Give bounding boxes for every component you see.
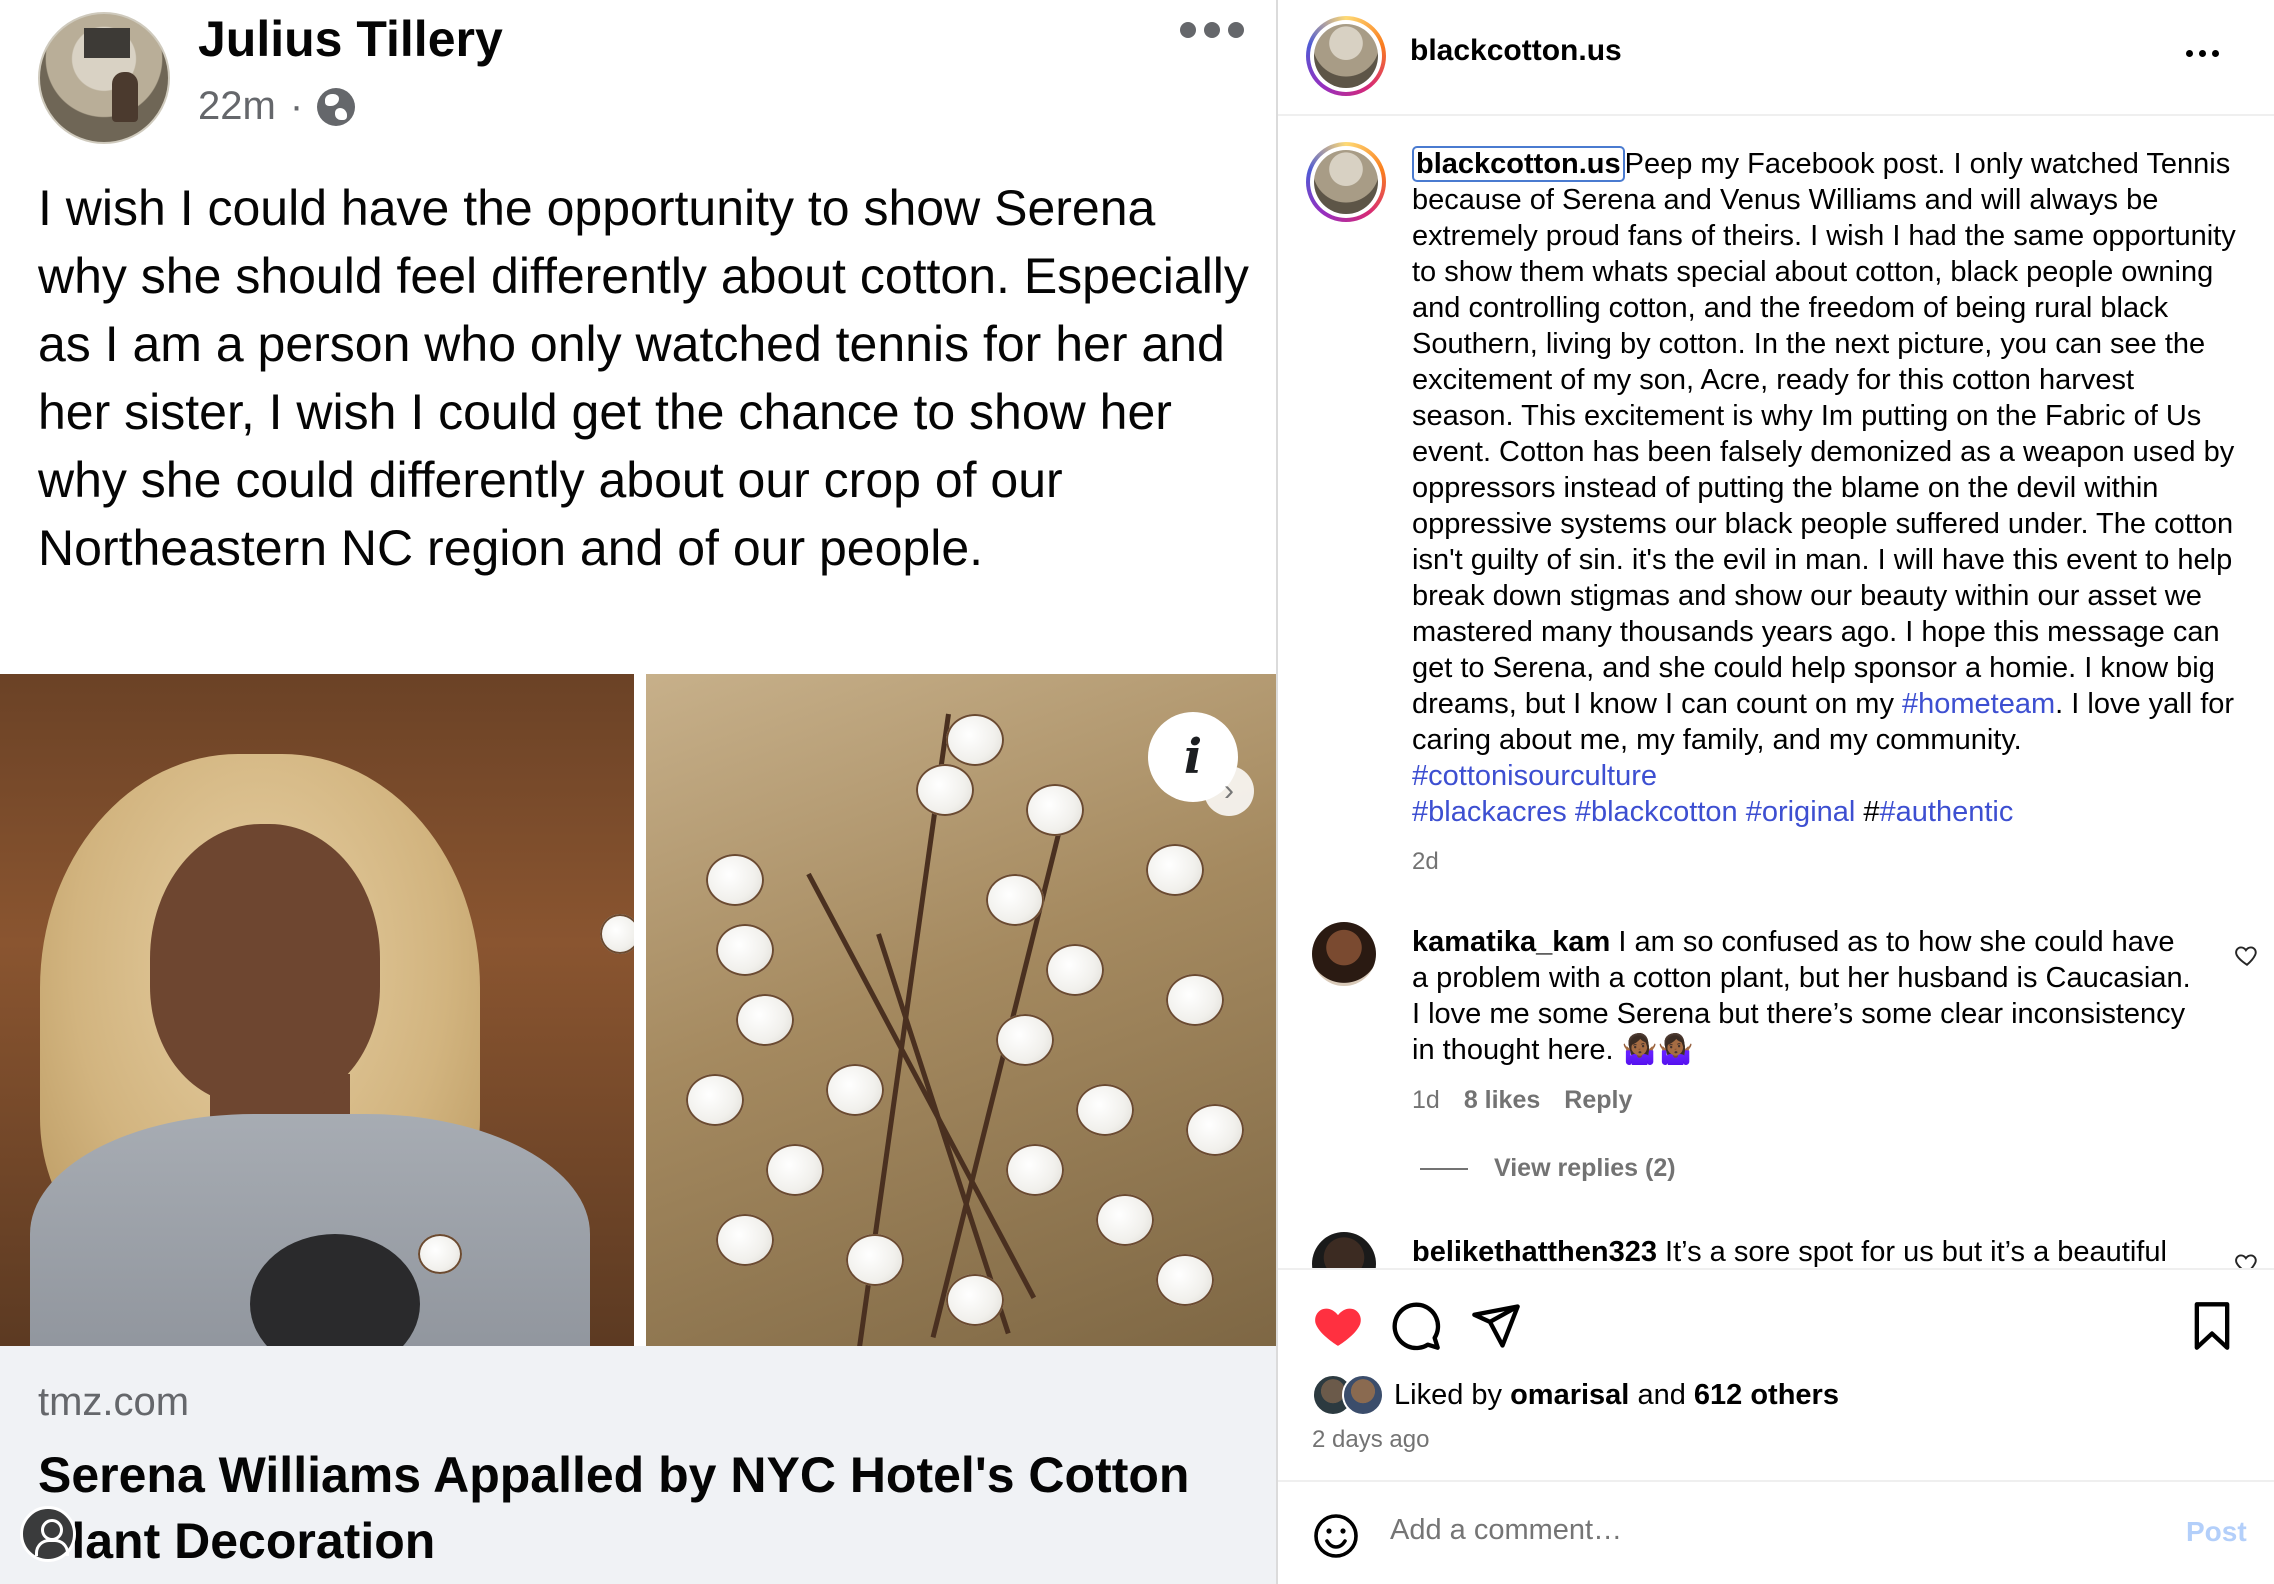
liked-by-prefix: Liked by: [1394, 1378, 1503, 1411]
post-date: 2 days ago: [1312, 1426, 1430, 1453]
like-heart-icon[interactable]: [1312, 1300, 1364, 1352]
hashtag-blackacres[interactable]: #blackacres: [1412, 796, 1567, 828]
post-actions: Liked by omarisal and 612 others 2 days …: [1278, 1268, 2274, 1584]
share-send-icon[interactable]: [1470, 1300, 1522, 1352]
link-preview[interactable]: tmz.com Serena Williams Appalled by NYC …: [0, 1346, 1276, 1584]
liked-by-user[interactable]: omarisal: [1510, 1379, 1629, 1412]
separator: ·: [289, 84, 304, 128]
comment-bubble-icon[interactable]: [1390, 1300, 1442, 1352]
user-profile-icon[interactable]: [20, 1506, 76, 1562]
comment-input[interactable]: [1390, 1514, 2090, 1547]
post-header: blackcotton.us: [1278, 0, 2274, 116]
comment-username[interactable]: belikethatthen323: [1412, 1236, 1657, 1268]
comment: belikethatthen323 It’s a sore spot for u…: [1412, 1234, 2192, 1268]
like-comment-heart-icon[interactable]: [2234, 942, 2260, 968]
add-comment-bar: Post: [1278, 1480, 2274, 1584]
author-name[interactable]: Julius Tillery: [198, 10, 503, 68]
post-text: I wish I could have the opportunity to s…: [38, 180, 1249, 576]
globe-icon: [317, 87, 356, 126]
hashtag-authentic[interactable]: #authentic: [1880, 796, 2014, 828]
header-avatar[interactable]: [1306, 16, 1386, 96]
liked-by: Liked by omarisal and 612 others: [1312, 1374, 1839, 1416]
reply-button[interactable]: Reply: [1564, 1086, 1632, 1115]
caption-text: Peep my Facebook post. I only watched Te…: [1412, 148, 2236, 720]
instagram-post-panel: blackcotton.us blackcotton.us Peep my Fac…: [1276, 0, 2274, 1584]
hashtag-hometeam[interactable]: #hometeam: [1902, 688, 2055, 720]
caption-avatar[interactable]: [1306, 142, 1386, 222]
facebook-post-screenshot: Julius Tillery 22m · I wish I could have…: [0, 0, 1276, 1584]
view-replies-label: View replies (2): [1494, 1154, 1676, 1182]
post-photo-serena[interactable]: [0, 674, 634, 1346]
hashtag-cottonisourculture[interactable]: #cottonisourculture: [1412, 760, 1657, 792]
comment: kamatika_kam I am so confused as to how …: [1412, 924, 2192, 1068]
liked-by-others[interactable]: 612 others: [1694, 1379, 1839, 1412]
post-time: 22m ·: [198, 84, 356, 129]
liker-avatars[interactable]: [1312, 1374, 1388, 1416]
next-photo-chevron-icon[interactable]: ›: [1204, 766, 1254, 816]
comment-username[interactable]: kamatika_kam: [1412, 926, 1610, 958]
emoji-smiley-icon[interactable]: [1312, 1512, 1360, 1560]
liked-by-and: and: [1637, 1378, 1686, 1411]
save-bookmark-icon[interactable]: [2186, 1300, 2238, 1352]
hashtag-original[interactable]: #original: [1746, 796, 1856, 828]
comment-likes[interactable]: 8 likes: [1464, 1086, 1540, 1115]
view-replies-button[interactable]: View replies (2): [1420, 1154, 1676, 1183]
comment-age: 1d: [1412, 1086, 1440, 1114]
author-avatar[interactable]: [38, 12, 170, 144]
caption-age: 2d: [1412, 848, 1439, 875]
post-age[interactable]: 22m: [198, 84, 276, 129]
caption-username[interactable]: blackcotton.us: [1412, 146, 1625, 182]
hashtag-blackcotton[interactable]: #blackcotton: [1575, 796, 1738, 828]
link-headline[interactable]: Serena Williams Appalled by NYC Hotel's …: [38, 1442, 1258, 1574]
more-options-icon[interactable]: [1180, 22, 1244, 38]
post-comment-button[interactable]: Post: [2186, 1516, 2247, 1548]
hash-prefix: #: [1863, 796, 1880, 828]
header-username[interactable]: blackcotton.us: [1410, 34, 1622, 68]
more-options-icon[interactable]: [2186, 50, 2219, 57]
link-domain: tmz.com: [38, 1380, 190, 1424]
comment-text: It’s a sore spot for us but it’s a beaut…: [1665, 1236, 2167, 1268]
commenter-avatar[interactable]: [1312, 922, 1376, 986]
post-caption: blackcotton.us Peep my Facebook post. I o…: [1412, 146, 2242, 880]
comment-actions: 1d 8 likes Reply: [1412, 1086, 1632, 1115]
